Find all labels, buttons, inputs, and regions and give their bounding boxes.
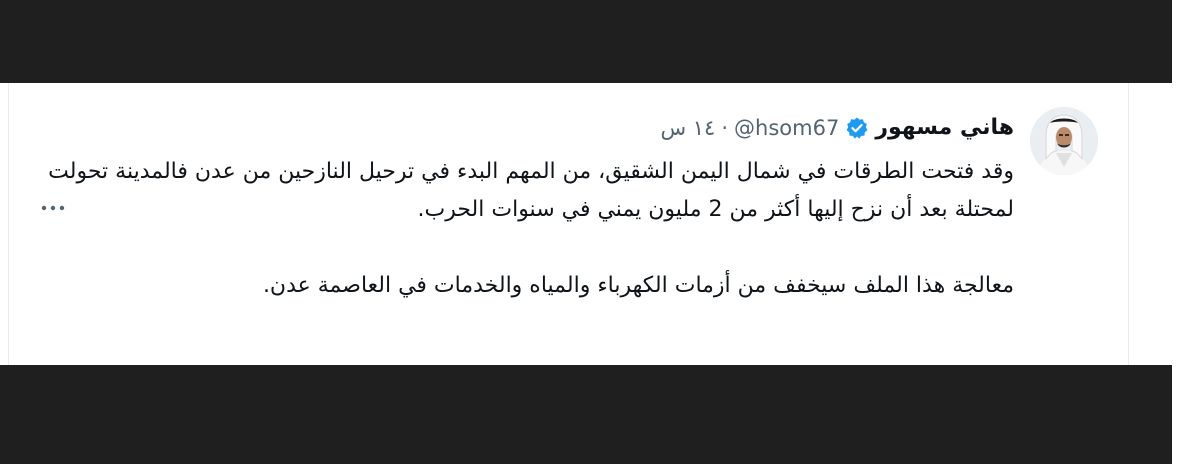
tweet-paragraph-1: وقد فتحت الطرقات في شمال اليمن الشقيق، م… — [48, 159, 1014, 222]
tweet-paragraph-2: معالجة هذا الملف سيخفف من أزمات الكهرباء… — [262, 273, 1014, 298]
avatar-image — [1030, 107, 1098, 175]
tweet-card[interactable]: هاني مسهور @hsom67 · ١٤ س وقد فتحت الطرق… — [0, 83, 1172, 365]
right-edge-strip — [1172, 0, 1182, 464]
tweet-timestamp[interactable]: ١٤ س — [660, 116, 715, 140]
tweet-header: هاني مسهور @hsom67 · ١٤ س — [660, 115, 1014, 140]
avatar[interactable] — [1030, 107, 1098, 175]
header-separator: · — [721, 115, 729, 140]
author-handle[interactable]: @hsom67 — [734, 116, 839, 140]
tweet-body: وقد فتحت الطرقات في شمال اليمن الشقيق، م… — [34, 153, 1014, 305]
verified-badge-icon — [845, 116, 869, 140]
author-name[interactable]: هاني مسهور — [875, 115, 1014, 140]
